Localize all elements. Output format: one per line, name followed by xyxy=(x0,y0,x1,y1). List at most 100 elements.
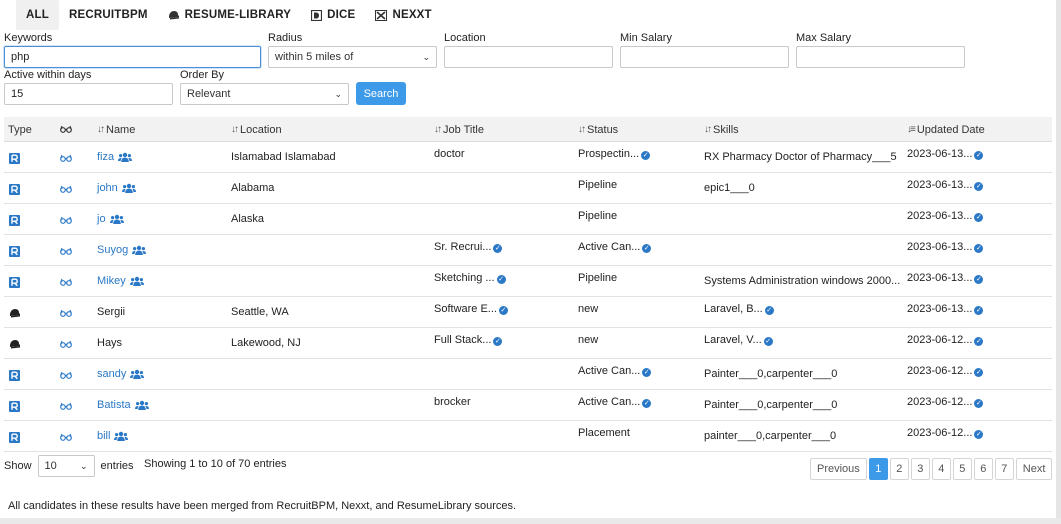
table-row[interactable]: Sergii Seattle, WA Software E... ✓ new Larave… xyxy=(4,297,1052,328)
col-location[interactable]: ↓↑ Location xyxy=(231,117,282,142)
table-row[interactable]: sandy Active Can... ✓ Painter___0,carpenter… xyxy=(4,359,1052,390)
radius-select[interactable]: within 5 miles of ⌄ xyxy=(268,46,437,68)
page-button-7[interactable]: 7 xyxy=(994,458,1014,480)
tab-nexxt[interactable]: NEXXT xyxy=(365,0,441,30)
entries-label: entries xyxy=(100,460,134,472)
min-salary-input[interactable] xyxy=(620,46,789,68)
table-row[interactable]: bill Placement painter___0,carpenter___0 20… xyxy=(4,421,1052,452)
name-cell[interactable]: Suyog xyxy=(97,244,147,258)
expand-icon[interactable]: ✓ xyxy=(493,337,503,346)
table-row[interactable]: jo Alaska Pipeline 2023-06-13... ✓ xyxy=(4,204,1052,235)
col-status[interactable]: ↓↑ Status xyxy=(578,117,618,142)
expand-icon[interactable]: ✓ xyxy=(764,306,774,315)
people-icon[interactable] xyxy=(114,431,129,444)
people-icon[interactable] xyxy=(130,369,145,382)
expand-icon[interactable]: ✓ xyxy=(496,275,506,284)
name-cell[interactable]: jo xyxy=(97,213,124,227)
people-icon[interactable] xyxy=(118,152,133,165)
page-button-3[interactable]: 3 xyxy=(910,458,930,480)
people-icon[interactable] xyxy=(134,400,149,413)
expand-icon[interactable]: ✓ xyxy=(974,399,984,408)
preview-icon[interactable] xyxy=(60,339,72,351)
expand-icon[interactable]: ✓ xyxy=(974,337,984,346)
skills-cell: Laravel, B... ✓ xyxy=(704,303,774,315)
candidate-name[interactable]: jo xyxy=(97,213,106,225)
people-icon[interactable] xyxy=(109,214,124,227)
table-row[interactable]: Mikey Sketching ... ✓ Pipeline Systems Admin… xyxy=(4,266,1052,297)
tab-recruitbpm[interactable]: RECRUITBPM xyxy=(59,0,158,30)
tab-resume-library[interactable]: RESUME-LIBRARY xyxy=(158,0,302,30)
preview-icon[interactable] xyxy=(60,246,72,258)
tab-dice[interactable]: DICE xyxy=(301,0,365,30)
expand-icon[interactable]: ✓ xyxy=(642,368,652,377)
page-button-1[interactable]: 1 xyxy=(868,458,888,480)
name-cell[interactable]: john xyxy=(97,182,136,196)
table-row[interactable]: Suyog Sr. Recrui... ✓ Active Can... ✓ 2023-06… xyxy=(4,235,1052,266)
name-cell[interactable]: fiza xyxy=(97,151,133,165)
preview-icon[interactable] xyxy=(60,370,72,382)
candidate-name[interactable]: sandy xyxy=(97,368,126,380)
expand-icon[interactable]: ✓ xyxy=(974,244,984,253)
table-row[interactable]: Hays Lakewood, NJ Full Stack... ✓ new Laravel… xyxy=(4,328,1052,359)
preview-icon[interactable] xyxy=(60,153,72,165)
order-by-select[interactable]: Relevant ⌄ xyxy=(180,83,349,105)
scrollbar-track[interactable] xyxy=(1056,0,1061,524)
name-cell[interactable]: Mikey xyxy=(97,275,144,289)
candidate-name[interactable]: fiza xyxy=(97,151,114,163)
page-button-2[interactable]: 2 xyxy=(889,458,909,480)
candidate-name[interactable]: Suyog xyxy=(97,244,128,256)
preview-icon[interactable] xyxy=(60,215,72,227)
skills-text: painter___0,carpenter___0 xyxy=(704,430,837,442)
col-job-title[interactable]: ↓↑ Job Title xyxy=(434,117,484,142)
name-cell[interactable]: sandy xyxy=(97,368,145,382)
col-name[interactable]: ↓↑ Name xyxy=(97,117,135,142)
expand-icon[interactable]: ✓ xyxy=(642,244,652,253)
table-row[interactable]: Batista brocker Active Can... ✓ Painter___0,… xyxy=(4,390,1052,421)
sort-icon: ↓↑ xyxy=(231,124,239,135)
expand-icon[interactable]: ✓ xyxy=(498,306,508,315)
preview-icon[interactable] xyxy=(60,277,72,289)
job-title-cell: Sketching ... ✓ xyxy=(434,272,506,284)
search-button[interactable]: Search xyxy=(356,82,406,105)
expand-icon[interactable]: ✓ xyxy=(974,430,984,439)
candidate-name[interactable]: john xyxy=(97,182,118,194)
name-cell[interactable]: bill xyxy=(97,430,129,444)
table-row[interactable]: fiza Islamabad Islamabad doctor Prospectin.… xyxy=(4,142,1052,173)
expand-icon[interactable]: ✓ xyxy=(763,337,773,346)
col-updated-date[interactable]: ↓≡ Updated Date xyxy=(907,117,985,142)
people-icon[interactable] xyxy=(121,183,136,196)
page-button-5[interactable]: 5 xyxy=(952,458,972,480)
location-input[interactable] xyxy=(444,46,613,68)
preview-icon[interactable] xyxy=(60,184,72,196)
expand-icon[interactable]: ✓ xyxy=(974,368,984,377)
expand-icon[interactable]: ✓ xyxy=(642,399,652,408)
preview-icon[interactable] xyxy=(60,308,72,320)
expand-icon[interactable]: ✓ xyxy=(641,151,651,160)
next-page-button[interactable]: Next xyxy=(1015,458,1053,480)
expand-icon[interactable]: ✓ xyxy=(493,244,503,253)
preview-icon[interactable] xyxy=(60,401,72,413)
people-icon[interactable] xyxy=(132,245,147,258)
active-days-input[interactable]: 15 xyxy=(4,83,173,105)
expand-icon[interactable]: ✓ xyxy=(974,182,984,191)
expand-icon[interactable]: ✓ xyxy=(974,151,984,160)
tab-all[interactable]: ALL xyxy=(16,0,59,30)
recruitbpm-icon xyxy=(9,277,20,291)
preview-icon[interactable] xyxy=(60,432,72,444)
col-skills[interactable]: ↓↑ Skills xyxy=(704,117,739,142)
expand-icon[interactable]: ✓ xyxy=(974,275,984,284)
candidate-name[interactable]: Mikey xyxy=(97,275,126,287)
name-cell[interactable]: Batista xyxy=(97,399,149,413)
candidate-name[interactable]: Batista xyxy=(97,399,131,411)
page-button-6[interactable]: 6 xyxy=(973,458,993,480)
table-row[interactable]: john Alabama Pipeline epic1___0 2023-06-13..… xyxy=(4,173,1052,204)
keywords-input[interactable]: php xyxy=(4,46,261,68)
max-salary-input[interactable] xyxy=(796,46,965,68)
page-button-4[interactable]: 4 xyxy=(931,458,951,480)
candidate-name[interactable]: bill xyxy=(97,430,110,442)
previous-page-button[interactable]: Previous xyxy=(810,458,867,480)
people-icon[interactable] xyxy=(129,276,144,289)
expand-icon[interactable]: ✓ xyxy=(974,306,984,315)
expand-icon[interactable]: ✓ xyxy=(974,213,984,222)
page-size-select[interactable]: 10 ⌄ xyxy=(37,455,95,477)
